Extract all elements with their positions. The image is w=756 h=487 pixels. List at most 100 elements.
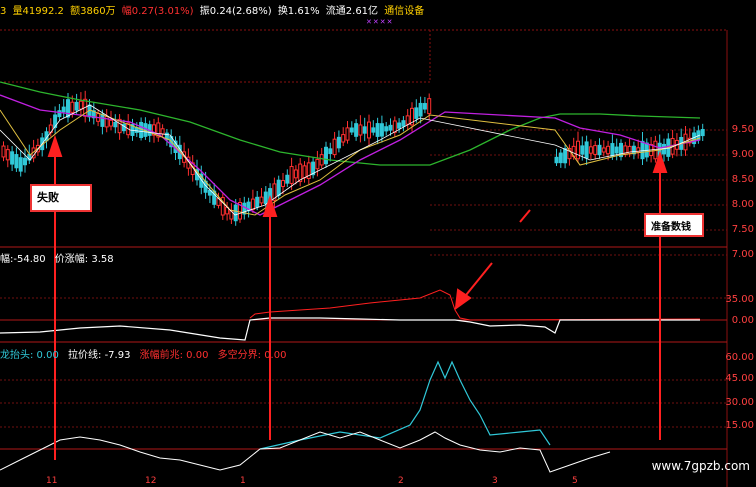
arrow-fail-head xyxy=(47,134,63,157)
candle-body xyxy=(700,128,705,137)
candle-body xyxy=(584,141,589,159)
candle-body xyxy=(324,146,328,165)
candle-body xyxy=(367,121,371,139)
candle-body xyxy=(418,102,423,117)
ind2-label3: 涨幅前兆: 0.00 xyxy=(139,350,209,361)
price-axis-label: 8.00 xyxy=(731,199,754,210)
candle-body xyxy=(588,146,593,154)
candle-body xyxy=(70,101,75,113)
date-tick-1: 1 xyxy=(240,476,246,486)
ind1-red-line xyxy=(249,289,701,321)
date-tick-12: 12 xyxy=(145,476,157,486)
candle-body xyxy=(113,121,118,128)
candle-body xyxy=(57,110,62,118)
candle-body xyxy=(109,119,113,127)
candle-body xyxy=(414,107,419,119)
candle-body xyxy=(66,99,70,118)
ind2-label4: 多空分界: 0.00 xyxy=(217,350,287,361)
candle-body xyxy=(293,169,298,179)
candle-body xyxy=(379,123,384,137)
candle-body xyxy=(336,136,341,149)
candle-body xyxy=(405,115,410,125)
candle-body xyxy=(427,98,432,115)
stock-chart[interactable] xyxy=(0,0,756,487)
candle-body xyxy=(14,154,19,169)
price-axis-label: 9.00 xyxy=(731,149,754,160)
candle-body xyxy=(315,158,320,170)
candle-body xyxy=(328,148,333,155)
candle-body xyxy=(263,191,268,205)
candle-body xyxy=(341,134,346,143)
candle-body xyxy=(422,103,427,110)
candle-body xyxy=(358,124,363,136)
candle-body xyxy=(392,120,397,133)
candle-body xyxy=(397,122,402,129)
candle-body xyxy=(5,149,10,161)
candle-body xyxy=(554,156,559,164)
ind1-white-line xyxy=(0,317,700,341)
ind2-cyan-line xyxy=(259,360,551,450)
candle-body xyxy=(276,179,281,196)
candle-body xyxy=(601,147,606,153)
price-axis-label: 7.50 xyxy=(731,224,754,235)
ind2-axis-60: 60.00 xyxy=(725,352,754,363)
watermark: www.7gpzb.com xyxy=(651,459,750,473)
candle-body xyxy=(640,140,645,160)
candle-body xyxy=(255,196,260,208)
candle-body xyxy=(401,120,406,127)
annotation-arrows xyxy=(47,134,668,460)
candle-body xyxy=(74,101,79,111)
candle-body xyxy=(375,123,380,137)
candle-body xyxy=(78,100,83,110)
ind2-axis-15: 15.00 xyxy=(725,420,754,431)
candle-body xyxy=(558,152,563,164)
ind1-label2: 价涨幅: 3.58 xyxy=(54,254,114,265)
ind1-axis-35: 35.00 xyxy=(725,294,754,305)
candle-body xyxy=(332,138,337,156)
ind2-header: 龙抬头: 0.00 拉价线: -7.93 涨幅前兆: 0.00 多空分界: 0.… xyxy=(0,346,292,361)
candle-body xyxy=(10,151,15,165)
candle-body xyxy=(606,145,611,155)
ind2-label2: 拉价线: -7.93 xyxy=(68,350,131,361)
candle-body xyxy=(259,196,264,204)
candle-body xyxy=(233,204,238,222)
candle-body xyxy=(362,126,367,134)
candle-body xyxy=(100,113,105,127)
ind2-white-line xyxy=(0,431,611,473)
candle-body xyxy=(289,166,294,184)
candle-body xyxy=(610,143,615,157)
date-tick-2: 2 xyxy=(398,476,404,486)
candle-body xyxy=(384,126,389,132)
price-axis-label: 8.50 xyxy=(731,174,754,185)
price-axis-label: 9.50 xyxy=(731,124,754,135)
candle-body xyxy=(18,157,23,172)
ind1-axis-0: 0.00 xyxy=(731,315,754,326)
candle-body xyxy=(593,145,598,155)
ind2-axis-45: 45.00 xyxy=(725,373,754,384)
candle-body xyxy=(302,165,307,179)
candle-body xyxy=(354,123,359,137)
arrow-small-line xyxy=(519,209,531,223)
candle-body xyxy=(597,144,602,156)
ind2-axis-30: 30.00 xyxy=(725,397,754,408)
candle-body xyxy=(1,145,6,158)
candle-body xyxy=(319,154,324,166)
candle-body xyxy=(371,127,376,133)
note-ready: 准备数钱 xyxy=(644,213,704,237)
note-fail: 失败 xyxy=(30,184,92,212)
candle-body xyxy=(563,148,568,164)
date-tick-11: 11 xyxy=(46,476,58,486)
candle-body xyxy=(576,140,580,160)
date-tick-5: 5 xyxy=(572,476,578,486)
price-axis-label: 7.00 xyxy=(731,249,754,260)
ind1-label1: 幅:-54.80 xyxy=(0,254,46,265)
candle-body xyxy=(160,128,165,135)
candle-body xyxy=(614,146,619,154)
date-tick-3: 3 xyxy=(492,476,498,486)
candle-body xyxy=(281,180,285,187)
candle-body xyxy=(250,198,255,210)
candle-body xyxy=(345,127,350,141)
ind1-header: 幅:-54.80 价涨幅: 3.58 xyxy=(0,250,120,265)
candle-body xyxy=(61,106,66,113)
ind2-label1: 龙抬头: 0.00 xyxy=(0,350,59,361)
